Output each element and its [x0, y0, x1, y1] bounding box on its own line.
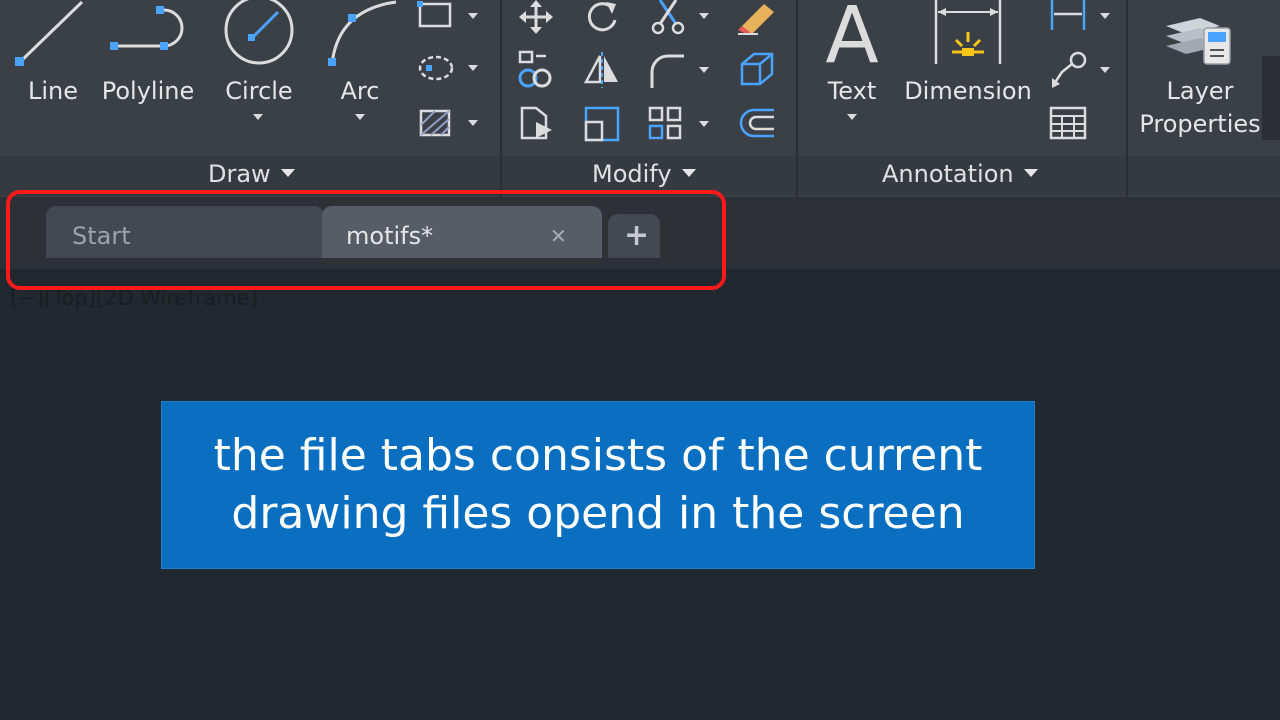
text-tool-button[interactable]: A Text	[812, 0, 892, 150]
circle-label: Circle	[225, 77, 293, 105]
polyline-tool-button[interactable]: Polyline	[96, 0, 200, 150]
hatch-tool-button[interactable]	[412, 104, 482, 144]
ellipse-icon	[418, 55, 454, 81]
stretch-tool-icon[interactable]	[516, 104, 558, 144]
annotation-panel-caret-icon	[1023, 169, 1038, 177]
erase-icon[interactable]	[736, 0, 780, 36]
circle-dropdown-icon[interactable]	[253, 114, 263, 120]
array-dropdown-icon[interactable]	[699, 121, 709, 127]
hatch-gradient-tool-button[interactable]	[412, 48, 482, 88]
leader-icon[interactable]	[1048, 50, 1092, 90]
dimension-label: Dimension	[904, 77, 1032, 105]
text-icon: A	[825, 0, 878, 70]
arc-label: Arc	[340, 77, 380, 105]
rectangle-icon	[417, 1, 452, 28]
polyline-label: Polyline	[101, 77, 195, 105]
offset-icon[interactable]	[736, 104, 778, 144]
rectangle-dropdown-icon[interactable]	[468, 13, 478, 19]
svg-text:A: A	[825, 0, 878, 70]
dimension-icon	[934, 0, 1002, 64]
polyline-icon	[110, 6, 184, 50]
arc-tool-button[interactable]: Arc	[318, 0, 402, 150]
move-icon[interactable]	[516, 0, 556, 34]
linear-dimension-icon[interactable]	[1048, 0, 1088, 34]
leader-dropdown-icon[interactable]	[1100, 67, 1110, 73]
line-tool-button[interactable]: Line	[8, 0, 92, 150]
caption-line-1: the file tabs consists of the current	[213, 430, 983, 481]
caption-box: the file tabs consists of the current dr…	[161, 401, 1035, 569]
layer-properties-button[interactable]: Layer Properties	[1134, 0, 1266, 150]
layer-properties-icon	[1166, 18, 1231, 65]
ellipse-dropdown-icon[interactable]	[468, 65, 478, 71]
arc-dropdown-icon[interactable]	[355, 114, 365, 120]
rotate-icon[interactable]	[582, 0, 622, 36]
draw-panel-title[interactable]: Draw	[208, 160, 295, 188]
text-dropdown-icon[interactable]	[847, 114, 857, 120]
linear-dimension-dropdown-icon[interactable]	[1100, 13, 1110, 19]
mirror-icon[interactable]	[582, 50, 622, 90]
circle-tool-button[interactable]: Circle	[214, 0, 304, 150]
copy-icon[interactable]	[516, 50, 558, 90]
annotation-panel-title[interactable]: Annotation	[882, 160, 1038, 188]
fillet-dropdown-icon[interactable]	[699, 67, 709, 73]
dimension-tool-button[interactable]: Dimension	[900, 0, 1036, 150]
modify-panel: Modify	[502, 0, 796, 196]
draw-panel-caret-icon	[280, 169, 295, 177]
trim-dropdown-icon[interactable]	[699, 13, 709, 19]
line-label: Line	[27, 77, 78, 105]
trim-icon[interactable]	[648, 0, 688, 36]
draw-title-text: Draw	[208, 160, 271, 188]
fillet-icon[interactable]	[646, 50, 686, 90]
circle-icon	[224, 0, 294, 65]
layer-properties-label-2: Properties	[1139, 110, 1261, 138]
array-icon[interactable]	[646, 104, 686, 144]
rectangle-tool-button[interactable]	[412, 0, 482, 36]
layer-properties-label-1: Layer	[1166, 77, 1234, 105]
layers-panel: Layer Properties	[1128, 0, 1280, 196]
hatch-icon	[419, 109, 451, 137]
hatch-dropdown-icon[interactable]	[468, 120, 478, 126]
modify-title-text: Modify	[592, 160, 672, 188]
layers-panel-footer	[1128, 156, 1280, 196]
caption-line-2: drawing files opend in the screen	[231, 488, 965, 539]
modify-panel-title[interactable]: Modify	[592, 160, 696, 188]
modify-panel-caret-icon	[681, 169, 696, 177]
annotation-highlight-box	[6, 190, 726, 290]
scale-icon[interactable]	[582, 104, 622, 144]
ribbon: Line Polyline Circle Arc Draw Modify A T…	[0, 0, 1280, 197]
arc-icon	[328, 0, 397, 66]
text-label: Text	[827, 77, 877, 105]
draw-panel: Line Polyline Circle Arc Draw	[0, 0, 500, 196]
line-icon	[15, 0, 84, 66]
annotation-title-text: Annotation	[882, 160, 1014, 188]
stretch-icon[interactable]	[736, 50, 778, 90]
table-icon[interactable]	[1048, 104, 1088, 142]
layers-side-strip	[1262, 56, 1280, 140]
annotation-panel: A Text Dimension Annotation	[798, 0, 1126, 196]
